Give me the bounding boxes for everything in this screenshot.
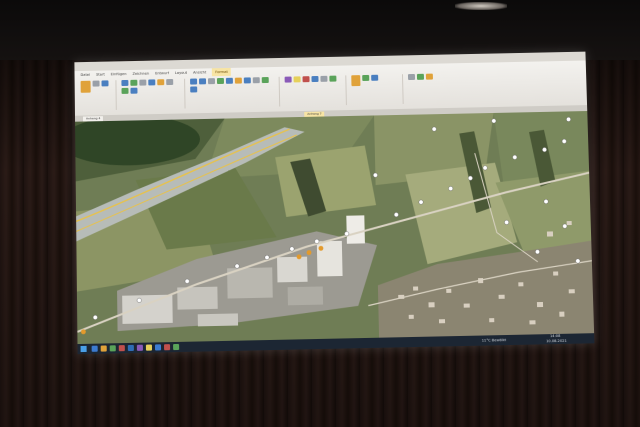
tool-icon[interactable] [208,78,215,84]
tool-icon[interactable] [190,79,197,85]
ribbon-group-insert [351,74,403,105]
ribbon-group-layers [121,79,185,110]
cut-icon[interactable] [93,81,100,87]
tool-icon[interactable] [253,77,260,83]
layer-icon[interactable] [130,88,137,94]
tool-icon[interactable] [226,78,233,84]
ribbon-tab[interactable]: Zeichnen [132,70,149,78]
app-icon[interactable] [128,345,134,351]
app-icon[interactable] [146,344,152,350]
weather-status: 11°C Bewölkt [482,335,507,346]
layer-icon[interactable] [121,80,128,86]
app-icon[interactable] [92,346,98,352]
app-icon[interactable] [137,345,143,351]
link-icon[interactable] [371,75,378,81]
shape-icon[interactable] [320,76,327,82]
shape-icon[interactable] [329,76,336,82]
layer-icon[interactable] [130,80,137,86]
paste-icon[interactable] [81,81,91,93]
view-icon[interactable] [426,74,433,80]
shape-icon[interactable] [294,76,301,82]
app-icon[interactable] [119,345,125,351]
view-icon[interactable] [417,74,424,80]
app-icon[interactable] [164,344,170,350]
tool-icon[interactable] [199,78,206,84]
taskbar-app-icons [92,344,180,352]
layer-icon[interactable] [166,79,173,85]
ribbon-tab[interactable]: Layout [175,69,187,77]
aerial-map[interactable] [75,111,594,344]
ribbon-tab[interactable]: Einfügen [111,70,127,78]
layer-icon[interactable] [121,88,128,94]
ribbon-tab-active[interactable]: Format [212,68,231,76]
tool-icon[interactable] [217,78,224,84]
app-icon[interactable] [110,345,116,351]
ribbon-tab[interactable]: Entwurf [155,69,169,77]
tool-icon[interactable] [262,77,269,83]
app-icon[interactable] [173,344,179,350]
ribbon-group-shapes [285,75,347,106]
ribbon-tab[interactable]: Start [96,71,105,79]
view-icon[interactable] [408,74,415,80]
shape-icon[interactable] [311,76,318,82]
app-icon[interactable] [101,345,107,351]
projection-screen: Datei Start Einfügen Zeichnen Entwurf La… [74,52,594,355]
layer-icon[interactable] [139,80,146,86]
tool-icon[interactable] [244,77,251,83]
ribbon-group-tools [190,77,280,109]
layer-icon[interactable] [157,79,164,85]
ribbon-tab[interactable]: Ansicht [193,68,206,76]
tool-icon[interactable] [190,86,197,92]
marker-icon[interactable] [351,75,360,86]
shape-icon[interactable] [285,77,292,83]
ribbon-group-clipboard [81,80,117,110]
shape-icon[interactable] [302,76,309,82]
map-icon[interactable] [362,75,369,81]
ribbon-tab[interactable]: Datei [80,71,90,79]
app-icon[interactable] [155,344,161,350]
copy-icon[interactable] [101,80,108,86]
start-icon[interactable] [81,346,87,352]
taskbar-date: 10.08.2021 [546,338,567,344]
layer-icon[interactable] [148,79,155,85]
tool-icon[interactable] [235,78,242,84]
projector-light [455,2,507,10]
ribbon-group-view [408,73,473,104]
aerial-map-imagery [75,111,594,344]
